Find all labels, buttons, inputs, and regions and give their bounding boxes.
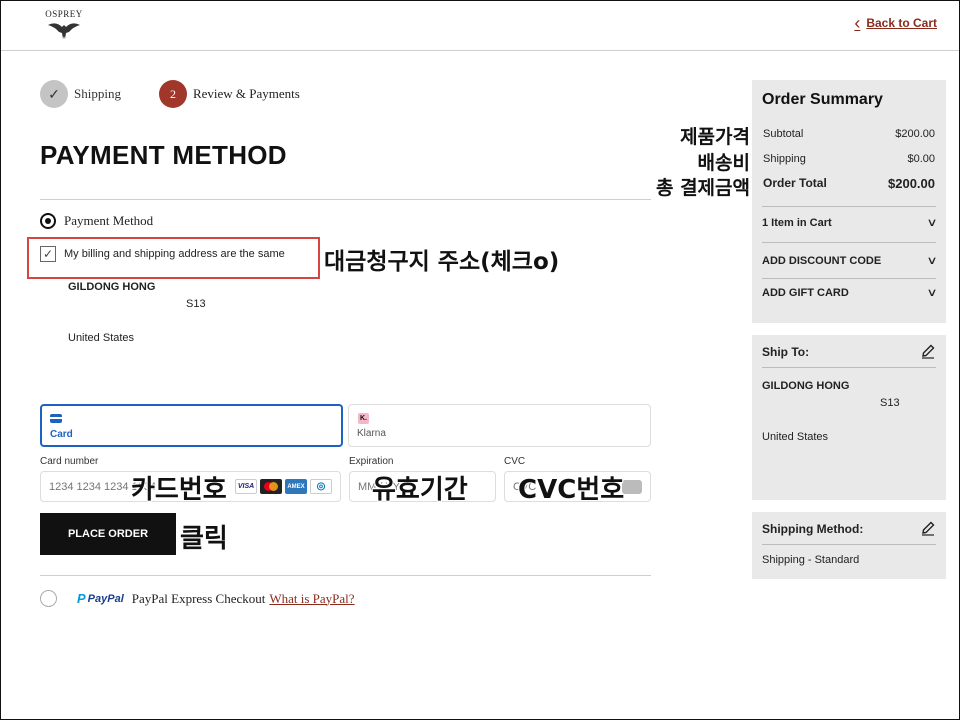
billing-same-checkbox[interactable]: ✓ bbox=[40, 246, 56, 262]
payment-method-option[interactable]: Payment Method bbox=[40, 213, 153, 229]
step-shipping[interactable]: ✓ Shipping bbox=[40, 80, 121, 108]
ship-to-country: United States bbox=[762, 431, 829, 443]
step-review-label: Review & Payments bbox=[192, 86, 300, 101]
paypal-logo-text: PayPal bbox=[87, 592, 124, 605]
logo-text: OSPREY bbox=[45, 9, 83, 19]
checkout-steps: ✓ Shipping 2 Review & Payments bbox=[40, 80, 338, 108]
annotation-total-amount: 총 결제금액 bbox=[655, 177, 750, 199]
shipping-label: Shipping bbox=[763, 153, 806, 165]
items-in-cart-label: 1 Item in Cart bbox=[762, 216, 832, 229]
annotation-shipping-fee: 배송비 bbox=[697, 152, 750, 174]
payment-method-label: Payment Method bbox=[64, 213, 154, 228]
ship-to-name: GILDONG HONG bbox=[762, 380, 850, 392]
chevron-down-icon: ∨ bbox=[926, 255, 938, 267]
annotation-cvc: CVC번호 bbox=[518, 475, 625, 505]
annotation-card-number: 카드번호 bbox=[131, 475, 227, 505]
order-summary-title: Order Summary bbox=[762, 91, 883, 108]
step-review-payments: 2 Review & Payments bbox=[158, 80, 300, 108]
divider bbox=[40, 575, 651, 576]
billing-country: United States bbox=[68, 332, 135, 344]
payment-method-radio[interactable] bbox=[40, 213, 56, 229]
shipping-method-title: Shipping Method: bbox=[762, 522, 864, 536]
osprey-bird-icon bbox=[48, 23, 80, 39]
annotation-click: 클릭 bbox=[180, 524, 228, 554]
ship-to-title: Ship To: bbox=[762, 345, 810, 359]
billing-same-label: My billing and shipping address are the … bbox=[64, 248, 285, 260]
billing-name: GILDONG HONG bbox=[68, 281, 156, 293]
diners-icon: ◎ bbox=[310, 479, 332, 494]
gift-card-label: ADD GIFT CARD bbox=[762, 286, 849, 299]
billing-same-option[interactable]: ✓ My billing and shipping address are th… bbox=[40, 246, 285, 262]
order-total-label: Order Total bbox=[763, 176, 827, 190]
divider bbox=[762, 278, 936, 279]
divider bbox=[762, 206, 936, 207]
header: OSPREY ‹ Back to Cart bbox=[1, 1, 959, 51]
card-number-label: Card number bbox=[40, 456, 99, 467]
what-is-paypal-link[interactable]: What is PayPal? bbox=[269, 591, 354, 607]
ship-to-panel: Ship To: GILDONG HONG S13 United States bbox=[752, 335, 946, 500]
order-total-row: Order Total $200.00 bbox=[763, 176, 935, 191]
shipping-method-value: Shipping - Standard bbox=[762, 554, 860, 566]
subtotal-value: $200.00 bbox=[895, 128, 935, 140]
amex-icon: AMEX bbox=[285, 479, 307, 494]
annotation-expiration: 유효기간 bbox=[372, 475, 468, 505]
cvc-card-icon bbox=[622, 480, 642, 494]
paypal-radio[interactable] bbox=[40, 590, 57, 607]
step-number-badge: 2 bbox=[158, 80, 187, 108]
visa-icon: VISA bbox=[235, 479, 257, 494]
paypal-logo: P PayPal bbox=[77, 591, 124, 606]
paypal-option[interactable]: P PayPal PayPal Express Checkout What is … bbox=[40, 590, 355, 607]
annotation-product-price: 제품가격 bbox=[680, 126, 750, 148]
tab-card[interactable]: Card bbox=[40, 404, 343, 447]
divider bbox=[40, 199, 651, 200]
paypal-label: PayPal Express Checkout bbox=[131, 590, 266, 606]
subtotal-label: Subtotal bbox=[763, 128, 804, 140]
chevron-left-icon: ‹ bbox=[854, 13, 861, 33]
expiration-label: Expiration bbox=[349, 456, 394, 467]
place-order-button[interactable]: PLACE ORDER bbox=[40, 513, 176, 555]
tab-klarna[interactable]: K. Klarna bbox=[348, 404, 651, 447]
items-in-cart-toggle[interactable]: 1 Item in Cart ∨ bbox=[762, 216, 938, 230]
card-brand-logos: VISA AMEX ◎ bbox=[235, 479, 332, 494]
divider bbox=[762, 242, 936, 243]
chevron-down-icon: ∨ bbox=[926, 217, 938, 229]
discount-code-toggle[interactable]: ADD DISCOUNT CODE ∨ bbox=[762, 254, 938, 268]
shipping-value: $0.00 bbox=[907, 153, 935, 165]
paypal-p-icon: P bbox=[77, 591, 86, 606]
annotation-billing-address: 대금청구지 주소(체크o) bbox=[324, 249, 560, 275]
card-icon bbox=[50, 414, 62, 423]
subtotal-row: Subtotal $200.00 bbox=[763, 128, 935, 140]
klarna-icon: K. bbox=[358, 413, 369, 424]
back-to-cart-label: Back to Cart bbox=[866, 16, 937, 30]
billing-address-line: S13 bbox=[186, 298, 206, 310]
shipping-method-panel: Shipping Method: Shipping - Standard bbox=[752, 512, 946, 579]
cvc-label: CVC bbox=[504, 456, 526, 467]
back-to-cart-link[interactable]: ‹ Back to Cart bbox=[854, 13, 937, 33]
edit-pencil-icon[interactable] bbox=[920, 343, 936, 359]
gift-card-toggle[interactable]: ADD GIFT CARD ∨ bbox=[762, 286, 938, 300]
tab-card-label: Card bbox=[50, 429, 73, 440]
edit-pencil-icon[interactable] bbox=[920, 520, 936, 536]
osprey-logo[interactable]: OSPREY bbox=[43, 9, 85, 43]
step-shipping-label: Shipping bbox=[74, 86, 121, 101]
checkmark-icon: ✓ bbox=[42, 247, 54, 261]
ship-to-address-line: S13 bbox=[880, 397, 900, 409]
order-total-value: $200.00 bbox=[888, 176, 935, 191]
order-summary-panel: Order Summary Subtotal $200.00 Shipping … bbox=[752, 80, 946, 323]
tab-klarna-label: Klarna bbox=[357, 428, 386, 439]
divider bbox=[762, 544, 936, 545]
page-title: PAYMENT METHOD bbox=[40, 140, 287, 170]
discount-code-label: ADD DISCOUNT CODE bbox=[762, 254, 882, 267]
mastercard-icon bbox=[260, 479, 282, 494]
check-icon: ✓ bbox=[40, 80, 68, 108]
divider bbox=[762, 367, 936, 368]
shipping-row: Shipping $0.00 bbox=[763, 153, 935, 165]
chevron-down-icon: ∨ bbox=[926, 287, 938, 299]
